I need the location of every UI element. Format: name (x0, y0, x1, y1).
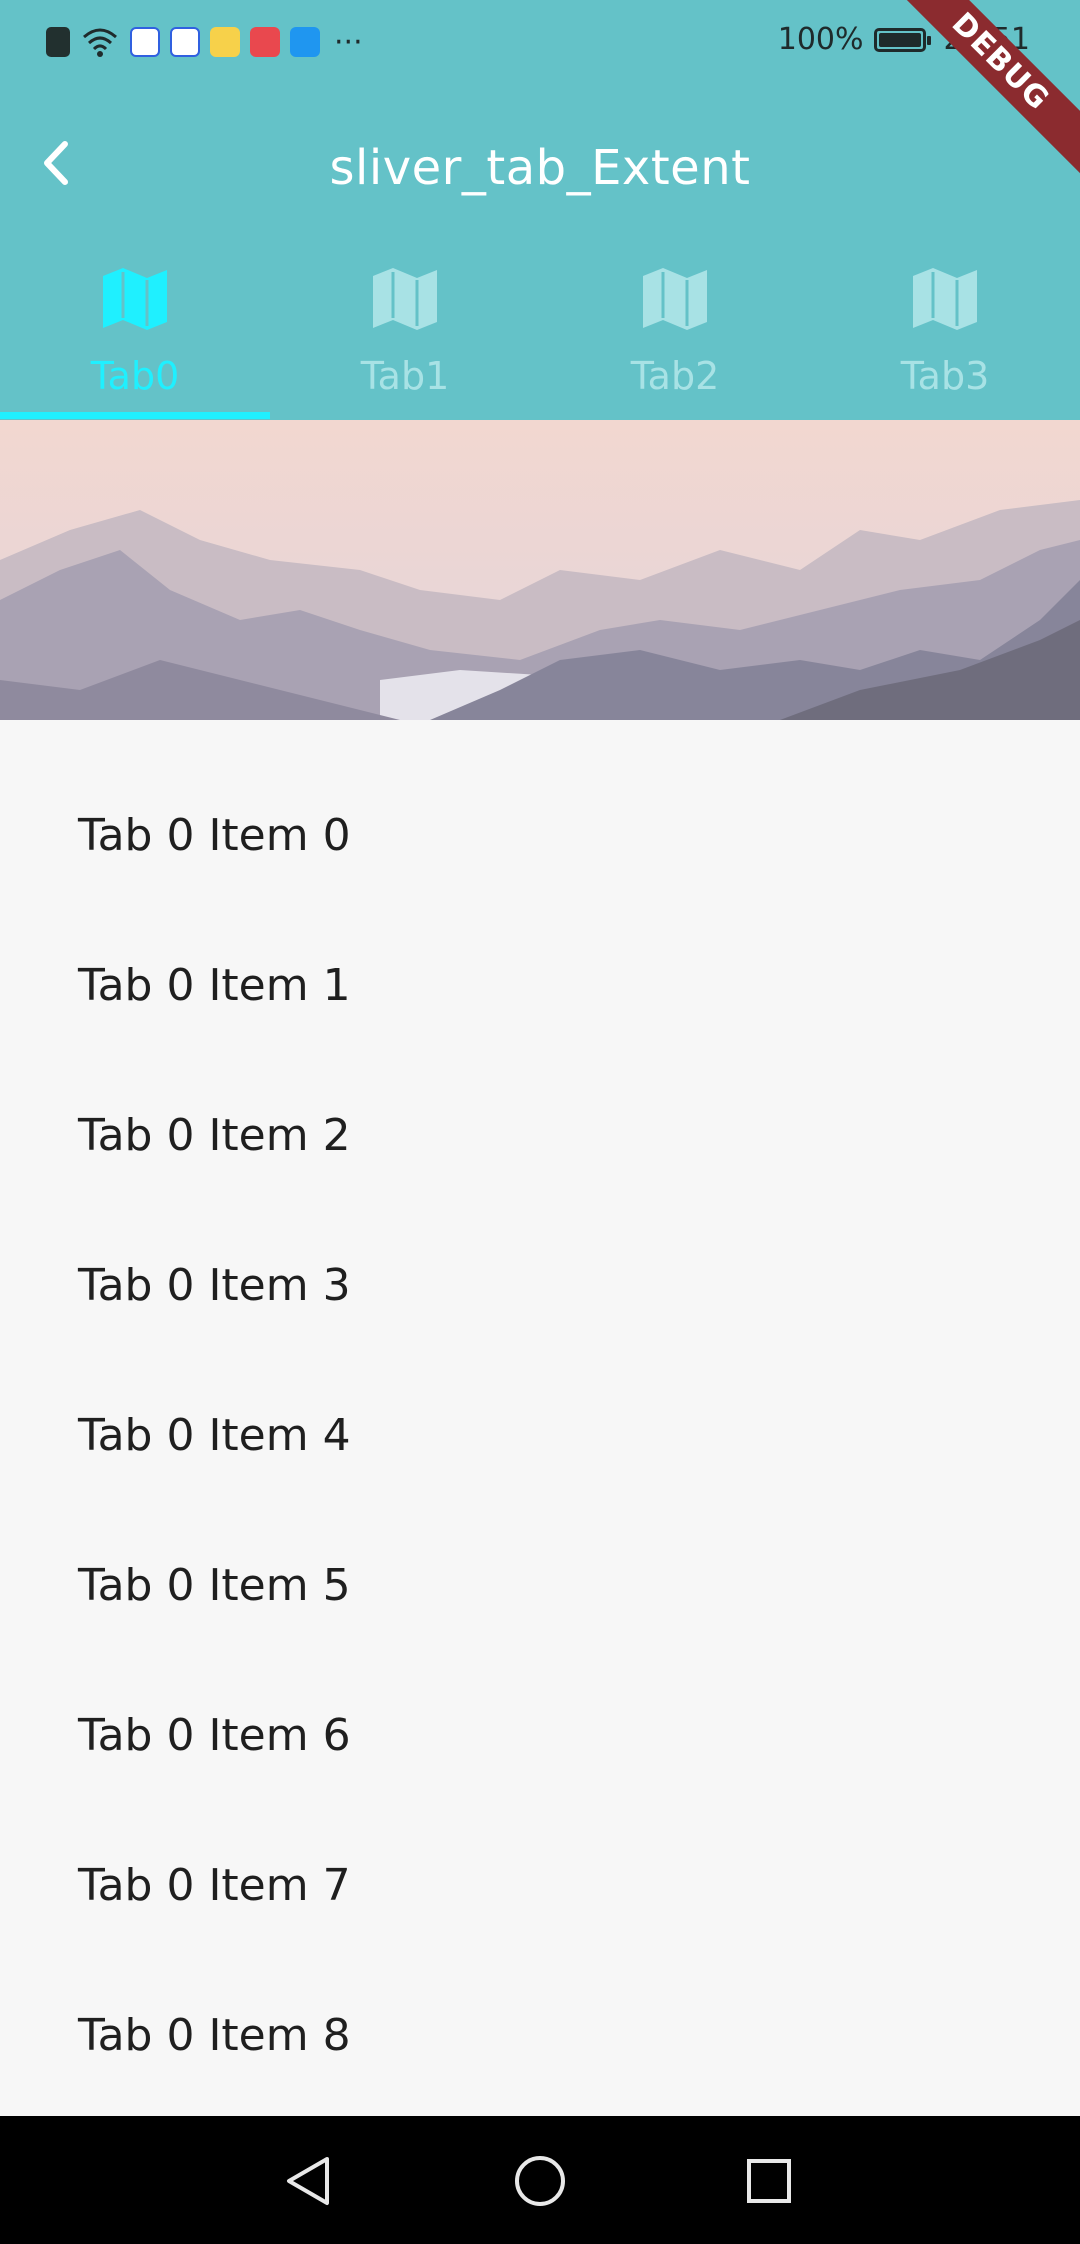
map-icon (373, 268, 437, 330)
list-item[interactable]: Tab 0 Item 5 (0, 1510, 1080, 1660)
list-item[interactable]: Tab 0 Item 2 (0, 1060, 1080, 1210)
list-item[interactable]: Tab 0 Item 1 (0, 910, 1080, 1060)
map-icon (643, 268, 707, 330)
huawei-icon (250, 27, 280, 57)
battery-icon (873, 27, 931, 52)
search-icon (290, 27, 320, 57)
baidu-icon (170, 27, 200, 57)
item-list: Tab 0 Item 0 Tab 0 Item 1 Tab 0 Item 2 T… (0, 720, 1080, 2116)
tab-label: Tab1 (360, 354, 450, 398)
square-recents-icon (747, 2159, 791, 2203)
page-title: sliver_tab_Extent (329, 140, 751, 196)
tab-bar: Tab0 Tab1 Tab2 Tab3 (0, 250, 1080, 420)
list-item[interactable]: Tab 0 Item 0 (0, 760, 1080, 910)
alert-icon (46, 27, 70, 57)
nav-recents-button[interactable] (734, 2146, 804, 2216)
nav-back-button[interactable] (274, 2146, 344, 2216)
tab-1[interactable]: Tab1 (270, 250, 540, 420)
notification-icons: ··· (46, 22, 363, 62)
app-bar: sliver_tab_Extent (0, 110, 1080, 230)
weibo-icon (210, 27, 240, 57)
mountain-landscape-image (0, 420, 1080, 720)
list-item[interactable]: Tab 0 Item 7 (0, 1810, 1080, 1960)
system-navigation-bar (0, 2116, 1080, 2244)
baidu-icon (130, 27, 160, 57)
header-image (0, 420, 1080, 720)
list-item[interactable]: Tab 0 Item 8 (0, 1960, 1080, 2110)
more-notifications-icon: ··· (334, 24, 363, 60)
wifi-icon (83, 28, 117, 57)
tab-label: Tab2 (630, 354, 720, 398)
circle-home-icon (515, 2156, 565, 2206)
triangle-back-icon (287, 2157, 329, 2205)
tab-3[interactable]: Tab3 (810, 250, 1080, 420)
tab-0[interactable]: Tab0 (0, 250, 270, 420)
map-icon (103, 268, 167, 330)
status-bar: ··· 100% 22:51 (0, 0, 1080, 86)
app-header: ··· 100% 22:51 sliver_tab_Extent Tab0 (0, 0, 1080, 420)
map-icon (913, 268, 977, 330)
tab-label: Tab0 (90, 354, 180, 398)
tab-label: Tab3 (900, 354, 990, 398)
list-item[interactable]: Tab 0 Item 3 (0, 1210, 1080, 1360)
battery-percent: 100% (777, 22, 864, 57)
list-item[interactable]: Tab 0 Item 4 (0, 1360, 1080, 1510)
nav-home-button[interactable] (505, 2146, 575, 2216)
tab-indicator (0, 412, 270, 419)
tab-2[interactable]: Tab2 (540, 250, 810, 420)
list-item[interactable]: Tab 0 Item 6 (0, 1660, 1080, 1810)
